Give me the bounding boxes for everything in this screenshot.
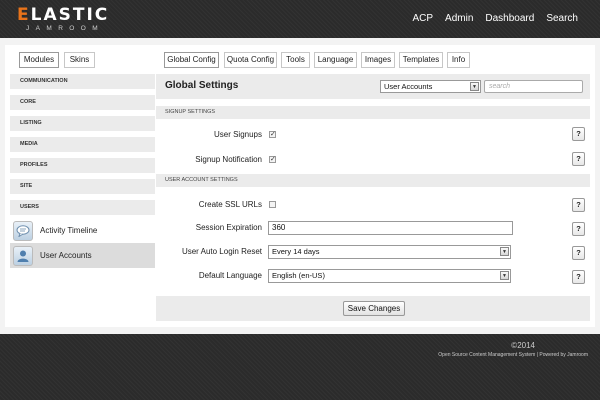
- nav-dashboard-link[interactable]: Dashboard: [485, 13, 534, 24]
- category-profiles[interactable]: PROFILES: [10, 158, 155, 173]
- category-communication[interactable]: COMMUNICATION: [10, 74, 155, 89]
- sidebar-item-user-accounts[interactable]: User Accounts: [10, 243, 155, 268]
- row-signup-notification: Signup Notification ✓ ?: [156, 150, 590, 170]
- tab-images[interactable]: Images: [361, 52, 395, 68]
- nav-search-link[interactable]: Search: [546, 13, 578, 24]
- row-auto-login-reset: User Auto Login Reset Every 14 days ▼ ?: [156, 242, 590, 262]
- tab-info[interactable]: Info: [447, 52, 470, 68]
- chevron-down-icon: ▼: [500, 247, 509, 256]
- logo-wordmark: ELASTIC: [17, 6, 109, 24]
- help-button-create-ssl-urls[interactable]: ?: [572, 198, 585, 212]
- page-footer: ©2014 Open Source Content Management Sys…: [0, 334, 600, 400]
- save-changes-button[interactable]: Save Changes: [343, 301, 405, 316]
- auto-login-reset-select[interactable]: Every 14 days ▼: [268, 245, 511, 259]
- user-icon: [13, 245, 33, 266]
- tab-global-config[interactable]: Global Config: [164, 52, 219, 68]
- content-header: Global Settings User Accounts ▼ search: [156, 74, 590, 99]
- help-button-default-language[interactable]: ?: [572, 270, 585, 284]
- sidebar-item-activity-timeline[interactable]: Activity Timeline: [10, 218, 155, 243]
- powered-by-text[interactable]: Open Source Content Management System | …: [438, 352, 588, 358]
- main-panel: Modules Skins Global Config Quota Config…: [5, 45, 595, 327]
- default-language-label: Default Language: [198, 271, 262, 280]
- chevron-down-icon: ▼: [500, 271, 509, 280]
- copyright-text: ©2014: [511, 341, 535, 350]
- section-signup-settings: SIGNUP SETTINGS: [156, 106, 590, 119]
- module-sidebar: COMMUNICATION CORE LISTING MEDIA PROFILE…: [10, 74, 155, 268]
- tab-templates[interactable]: Templates: [399, 52, 443, 68]
- form-actions-bar: Save Changes: [156, 296, 590, 321]
- help-button-user-signups[interactable]: ?: [572, 127, 585, 141]
- session-expiration-input[interactable]: 360: [268, 221, 513, 235]
- category-listing[interactable]: LISTING: [10, 116, 155, 131]
- search-input[interactable]: search: [484, 80, 583, 93]
- tab-quota-config[interactable]: Quota Config: [224, 52, 277, 68]
- tab-skins[interactable]: Skins: [64, 52, 95, 68]
- default-language-select[interactable]: English (en-US) ▼: [268, 269, 511, 283]
- row-default-language: Default Language English (en-US) ▼ ?: [156, 266, 590, 286]
- sidebar-item-label: User Accounts: [40, 251, 92, 260]
- session-expiration-label: Session Expiration: [195, 223, 262, 232]
- signup-notification-label: Signup Notification: [195, 155, 262, 164]
- help-button-session-expiration[interactable]: ?: [572, 222, 585, 236]
- auto-login-reset-label: User Auto Login Reset: [181, 247, 262, 256]
- help-button-signup-notification[interactable]: ?: [572, 152, 585, 166]
- module-select[interactable]: User Accounts ▼: [380, 80, 481, 93]
- auto-login-reset-value: Every 14 days: [272, 247, 320, 256]
- logo-text: LASTIC: [30, 5, 110, 25]
- page-title: Global Settings: [165, 80, 239, 91]
- logo-letter-e: E: [17, 5, 31, 25]
- chevron-down-icon: ▼: [470, 82, 479, 91]
- category-site[interactable]: SITE: [10, 179, 155, 194]
- default-language-value: English (en-US): [272, 271, 325, 280]
- row-create-ssl-urls: Create SSL URLs ?: [156, 195, 590, 215]
- nav-acp-link[interactable]: ACP: [412, 13, 433, 24]
- help-button-auto-login-reset[interactable]: ?: [572, 246, 585, 260]
- tab-modules[interactable]: Modules: [19, 52, 59, 68]
- module-select-value: User Accounts: [384, 82, 433, 91]
- category-core[interactable]: CORE: [10, 95, 155, 110]
- logo-subtitle: JAMROOM: [26, 25, 105, 32]
- chat-bubble-icon: [13, 220, 33, 241]
- top-header: ELASTIC JAMROOM ACP Admin Dashboard Sear…: [0, 0, 600, 38]
- create-ssl-urls-checkbox[interactable]: [269, 201, 276, 208]
- settings-content: Global Settings User Accounts ▼ search S…: [156, 74, 590, 321]
- sidebar-item-label: Activity Timeline: [40, 226, 98, 235]
- create-ssl-urls-label: Create SSL URLs: [198, 200, 262, 209]
- category-media[interactable]: MEDIA: [10, 137, 155, 152]
- section-user-account-settings: USER ACCOUNT SETTINGS: [156, 174, 590, 187]
- top-nav: ACP Admin Dashboard Search: [412, 13, 578, 24]
- tab-language[interactable]: Language: [314, 52, 357, 68]
- row-session-expiration: Session Expiration 360 ?: [156, 218, 590, 238]
- category-users[interactable]: USERS: [10, 200, 155, 215]
- nav-admin-link[interactable]: Admin: [445, 13, 473, 24]
- tab-tools[interactable]: Tools: [281, 52, 310, 68]
- user-signups-label: User Signups: [213, 130, 262, 139]
- site-logo[interactable]: ELASTIC JAMROOM: [17, 6, 109, 32]
- row-user-signups: User Signups ✓ ?: [156, 125, 590, 145]
- signup-notification-checkbox[interactable]: ✓: [269, 156, 276, 163]
- user-signups-checkbox[interactable]: ✓: [269, 131, 276, 138]
